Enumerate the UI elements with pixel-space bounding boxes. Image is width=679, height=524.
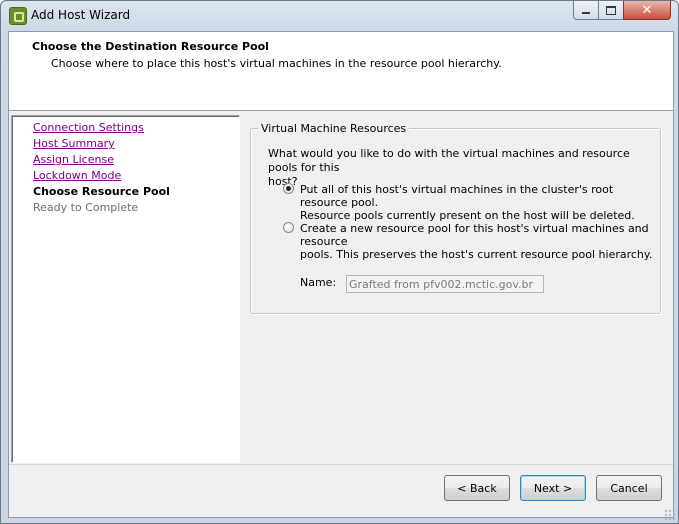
minimize-button[interactable]	[573, 1, 599, 20]
wizard-window: Add Host Wizard ✕ Choose the Destination…	[0, 0, 679, 524]
back-button[interactable]: < Back	[444, 475, 510, 501]
wizard-body: Choose the Destination Resource Pool Cho…	[8, 31, 674, 518]
option2-line-1: Create a new resource pool for this host…	[300, 222, 649, 248]
radio-selected-dot	[286, 186, 291, 191]
radio-new-pool-label[interactable]: Create a new resource pool for this host…	[300, 222, 660, 261]
close-button[interactable]: ✕	[623, 1, 671, 20]
pool-name-input[interactable]	[346, 275, 544, 293]
app-icon	[9, 7, 27, 25]
option1-line-2: Resource pools currently present on the …	[300, 209, 635, 222]
steps-panel: Connection Settings Host Summary Assign …	[11, 115, 240, 463]
maximize-button[interactable]	[598, 1, 624, 20]
name-label: Name:	[300, 276, 337, 289]
step-choose-resource-pool: Choose Resource Pool	[33, 185, 170, 198]
option1-line-1: Put all of this host's virtual machines …	[300, 183, 614, 209]
maximize-icon	[606, 5, 616, 15]
radio-new-pool[interactable]	[283, 222, 294, 233]
step-ready-to-complete: Ready to Complete	[33, 201, 139, 214]
minimize-icon	[582, 12, 590, 14]
radio-root-pool[interactable]	[283, 183, 294, 194]
next-button[interactable]: Next >	[520, 475, 586, 501]
wizard-header: Choose the Destination Resource Pool Cho…	[9, 32, 673, 111]
cancel-button[interactable]: Cancel	[596, 475, 662, 501]
step-host-summary[interactable]: Host Summary	[33, 137, 115, 150]
close-icon: ✕	[641, 2, 653, 18]
group-legend: Virtual Machine Resources	[258, 122, 410, 135]
option2-line-2: pools. This preserves the host's current…	[300, 248, 653, 261]
window-title: Add Host Wizard	[31, 8, 131, 22]
page-title: Choose the Destination Resource Pool	[32, 40, 269, 53]
step-connection-settings[interactable]: Connection Settings	[33, 121, 144, 134]
radio-root-pool-label[interactable]: Put all of this host's virtual machines …	[300, 183, 660, 222]
step-assign-license[interactable]: Assign License	[33, 153, 114, 166]
footer-divider	[9, 464, 673, 465]
page-subtitle: Choose where to place this host's virtua…	[51, 57, 502, 70]
title-bar[interactable]: Add Host Wizard ✕	[1, 1, 678, 31]
question-line-1: What would you like to do with the virtu…	[268, 147, 630, 174]
step-lockdown-mode[interactable]: Lockdown Mode	[33, 169, 121, 182]
resize-grip[interactable]	[664, 509, 676, 521]
